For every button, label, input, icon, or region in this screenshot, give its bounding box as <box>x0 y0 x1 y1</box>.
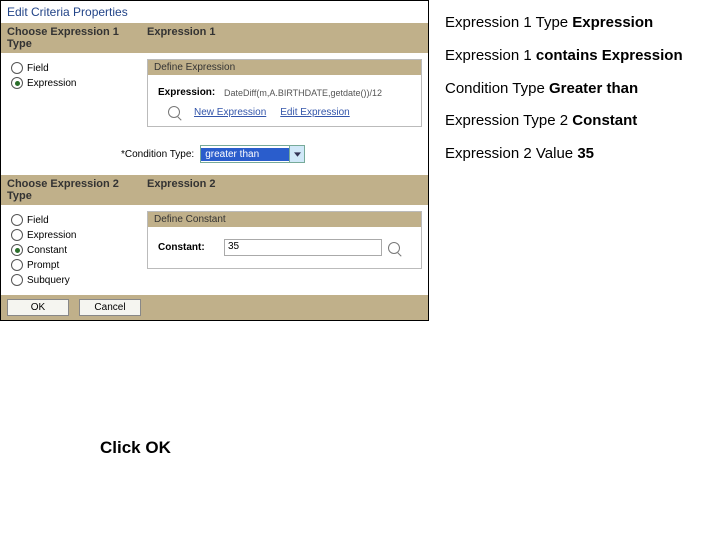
radio-label: Field <box>27 63 49 74</box>
section-1-header: Choose Expression 1 Type Expression 1 <box>1 23 428 53</box>
anno-expr1-type: Expression 1 Type Expression <box>445 14 683 33</box>
condition-type-dropdown[interactable]: greater than <box>200 145 305 163</box>
ok-button[interactable]: OK <box>7 299 69 316</box>
chevron-down-icon <box>289 146 304 162</box>
radio-icon <box>11 214 23 226</box>
anno-expr1-contains: Expression 1 contains Expression <box>445 47 683 66</box>
constant-field-label: Constant: <box>158 242 218 253</box>
radio-icon <box>11 259 23 271</box>
radio-subquery-2[interactable]: Subquery <box>11 274 131 286</box>
choose-expr2-type-label: Choose Expression 2 Type <box>1 175 141 205</box>
expr1-type-pane: Field Expression <box>1 53 141 133</box>
click-ok-instruction: Click OK <box>100 438 171 458</box>
radio-prompt-2[interactable]: Prompt <box>11 259 131 271</box>
radio-label: Expression <box>27 230 76 241</box>
radio-label: Subquery <box>27 275 70 286</box>
section-2-header: Choose Expression 2 Type Expression 2 <box>1 175 428 205</box>
define-expression-panel: Define Expression Expression: DateDiff(m… <box>147 59 422 127</box>
expression-value: DateDiff(m,A.BIRTHDATE,getdate())/12 <box>224 88 411 98</box>
radio-icon <box>11 77 23 89</box>
anno-expr2-value: Expression 2 Value 35 <box>445 145 683 164</box>
annotations: Expression 1 Type Expression Expression … <box>429 0 691 178</box>
radio-label: Constant <box>27 245 67 256</box>
choose-expr1-type-label: Choose Expression 1 Type <box>1 23 141 53</box>
condition-row: *Condition Type: greater than <box>1 133 428 175</box>
anno-condition-type: Condition Type Greater than <box>445 80 683 99</box>
new-expression-link[interactable]: New Expression <box>194 107 266 118</box>
radio-field-2[interactable]: Field <box>11 214 131 226</box>
radio-icon <box>11 274 23 286</box>
define-constant-header: Define Constant <box>148 212 421 227</box>
radio-constant-2[interactable]: Constant <box>11 244 131 256</box>
radio-label: Expression <box>27 78 76 89</box>
radio-label: Field <box>27 215 49 226</box>
edit-criteria-window: Edit Criteria Properties Choose Expressi… <box>0 0 429 321</box>
expression-2-label: Expression 2 <box>141 175 428 205</box>
radio-icon <box>11 229 23 241</box>
edit-expression-link[interactable]: Edit Expression <box>280 107 349 118</box>
condition-type-label: *Condition Type: <box>121 149 194 160</box>
expression-field-label: Expression: <box>158 87 218 98</box>
cancel-button[interactable]: Cancel <box>79 299 141 316</box>
radio-icon <box>11 244 23 256</box>
expr2-type-pane: Field Expression Constant Prompt Subquer… <box>1 205 141 295</box>
define-expression-header: Define Expression <box>148 60 421 75</box>
constant-input[interactable]: 35 <box>224 239 382 256</box>
radio-expression-2[interactable]: Expression <box>11 229 131 241</box>
magnify-icon[interactable] <box>388 242 400 254</box>
magnify-icon[interactable] <box>168 106 180 118</box>
radio-icon <box>11 62 23 74</box>
radio-field-1[interactable]: Field <box>11 62 131 74</box>
radio-expression-1[interactable]: Expression <box>11 77 131 89</box>
button-row: OK Cancel <box>1 295 428 320</box>
window-title: Edit Criteria Properties <box>1 1 428 23</box>
anno-expr2-type: Expression Type 2 Constant <box>445 112 683 131</box>
radio-label: Prompt <box>27 260 59 271</box>
expression-1-label: Expression 1 <box>141 23 428 53</box>
dropdown-selected: greater than <box>201 148 289 161</box>
define-constant-panel: Define Constant Constant: 35 <box>147 211 422 269</box>
